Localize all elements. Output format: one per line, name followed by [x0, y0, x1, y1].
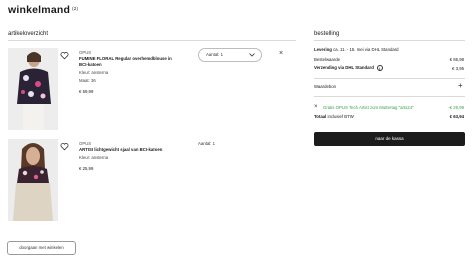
- product-image-blouse[interactable]: [8, 48, 58, 130]
- quantity-select[interactable]: Aantal: 1: [198, 48, 262, 62]
- product-color: Kleur: ansterna: [79, 70, 109, 75]
- product-image-scarf[interactable]: [8, 139, 58, 221]
- product-color: Kleur: ansterna: [79, 155, 109, 160]
- divider: [314, 96, 465, 97]
- remove-item-icon[interactable]: ×: [279, 50, 283, 57]
- shipping-row: Verzending via DHL Standard i: [314, 65, 383, 71]
- divider: [314, 78, 465, 79]
- total-note: inclusief BTW: [327, 114, 354, 119]
- divider: [8, 40, 296, 41]
- product-name[interactable]: ARTISI lichtgewicht sjaal van BCI-katoen: [79, 147, 162, 153]
- product-price: € 25,99: [79, 166, 94, 171]
- divider: [314, 40, 465, 41]
- delivery-label: Levering: [314, 47, 332, 52]
- product-brand: OPUS: [79, 141, 92, 146]
- discount-label: Gratis OPUS Tech Artist zum Muttertag "a…: [323, 105, 414, 110]
- remove-voucher-icon[interactable]: ×: [314, 104, 318, 111]
- articles-heading: artikeloverzicht: [8, 31, 49, 37]
- product-name-continued[interactable]: BCI-katoen: [79, 62, 102, 68]
- product-name[interactable]: FUMINE FLORAL Regular overhemdblouse in: [79, 56, 172, 62]
- product-price: € 59,99: [79, 89, 94, 94]
- order-value: € 85,98: [449, 57, 464, 62]
- product-brand: OPUS: [79, 50, 92, 55]
- delivery-text: ca. 11. - 15. mei via DHL Standard: [333, 47, 399, 52]
- delivery-info: Levering ca. 11. - 15. mei via DHL Stand…: [314, 47, 399, 53]
- order-heading: bestelling: [314, 31, 340, 37]
- total-label: Totaal: [314, 114, 327, 119]
- shipping-value: € 3,95: [452, 66, 464, 71]
- info-icon[interactable]: i: [376, 65, 383, 71]
- quantity-value: Aantal: 1: [206, 52, 223, 57]
- checkout-button[interactable]: naar de kassa: [314, 132, 465, 146]
- chevron-down-icon: [249, 53, 255, 57]
- continue-shopping-button[interactable]: doorgaan met winkelen: [7, 241, 76, 255]
- total-row: Totaal inclusief BTW: [314, 114, 354, 120]
- product-size: Maat: 36: [79, 78, 96, 83]
- voucher-label[interactable]: Waardebon: [314, 84, 336, 90]
- heart-icon[interactable]: [60, 51, 69, 60]
- plus-icon[interactable]: +: [458, 82, 463, 90]
- order-value-label: Bestelwaarde: [314, 57, 341, 62]
- shipping-label: Verzending via DHL Standard: [314, 65, 374, 71]
- total-value: € 63,94: [449, 114, 464, 119]
- page-title-text: winkelmand: [8, 4, 71, 16]
- page-title: winkelmand (2): [8, 4, 78, 16]
- quantity-label: Aantal: 1: [198, 141, 215, 146]
- heart-icon[interactable]: [60, 142, 69, 151]
- discount-value: -€ 25,99: [448, 105, 464, 110]
- cart-count: (2): [72, 6, 79, 11]
